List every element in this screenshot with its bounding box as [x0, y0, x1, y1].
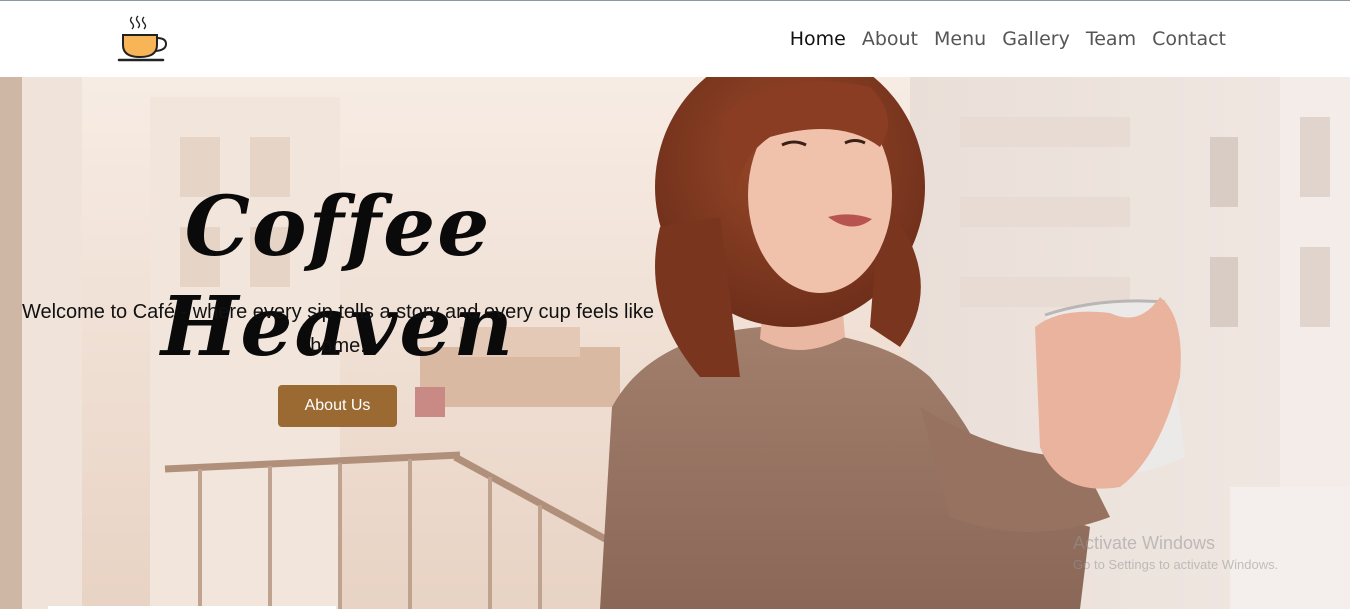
activate-windows-watermark: Activate Windows Go to Settings to activ… — [1073, 532, 1278, 574]
hero-section: Coffee Heaven Welcome to Café - where ev… — [0, 77, 1350, 609]
coffee-cup-icon[interactable] — [116, 13, 170, 67]
about-us-button[interactable]: About Us — [278, 385, 397, 427]
page: Home About Menu Gallery Team Contact Cof… — [0, 0, 1350, 609]
nav-menu-link[interactable]: Menu — [934, 27, 986, 51]
nav-contact-link[interactable]: Contact — [1152, 27, 1226, 51]
watermark-title: Activate Windows — [1073, 533, 1216, 553]
nav-home-link[interactable]: Home — [790, 27, 846, 51]
watermark-subtitle: Go to Settings to activate Windows. — [1073, 557, 1279, 572]
nav-about-link[interactable]: About — [862, 27, 918, 51]
nav-gallery-link[interactable]: Gallery — [1002, 27, 1070, 51]
hero-tagline: Welcome to Café - where every sip tells … — [21, 301, 655, 357]
navbar: Home About Menu Gallery Team Contact — [0, 0, 1350, 77]
nav-team-link[interactable]: Team — [1086, 27, 1136, 51]
main-nav: Home About Menu Gallery Team Contact — [790, 27, 1226, 51]
